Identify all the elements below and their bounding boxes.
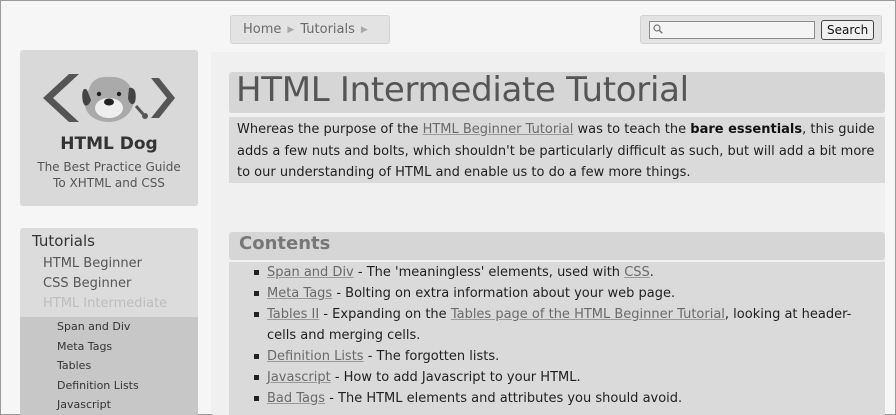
tagline-line: The Best Practice Guide xyxy=(37,160,181,174)
site-name: HTML Dog xyxy=(60,134,158,154)
list-item-text: - The 'meaningless' elements, used with xyxy=(353,265,625,280)
list-item: Meta Tags - Bolting on extra information… xyxy=(253,283,855,304)
list-item-text: - How to add Javascript to your HTML. xyxy=(330,370,581,385)
sidebar-item-html-intermediate[interactable]: HTML Intermediate xyxy=(20,294,198,314)
chevron-right-icon: ▶ xyxy=(287,24,295,35)
contents-link-span-and-div[interactable]: Span and Div xyxy=(267,265,354,280)
list-item: Tables II - Expanding on the Tables page… xyxy=(253,304,855,346)
intro-text: was to teach the xyxy=(573,122,691,137)
page-title: HTML Intermediate Tutorial xyxy=(236,70,689,110)
intro-text: Whereas the purpose of the xyxy=(237,122,423,137)
contents-link-tables-ii[interactable]: Tables II xyxy=(267,307,319,322)
link-html-beginner-tutorial[interactable]: HTML Beginner Tutorial xyxy=(423,122,574,137)
bullet-icon xyxy=(254,312,259,317)
bullet-icon xyxy=(254,354,259,359)
contents-link-bad-tags[interactable]: Bad Tags xyxy=(267,391,325,406)
bullet-icon xyxy=(254,396,259,401)
list-item: Bad Tags - The HTML elements and attribu… xyxy=(253,388,855,409)
subnav-item-javascript[interactable]: Javascript xyxy=(20,395,198,415)
list-item-text: - The forgotten lists. xyxy=(363,349,500,364)
contents-link-css[interactable]: CSS xyxy=(624,265,650,280)
search-bar: Search xyxy=(640,15,882,44)
intro-bold-text: bare essentials xyxy=(690,122,803,137)
bullet-icon xyxy=(254,270,259,275)
dog-logo-icon xyxy=(43,74,175,122)
contents-list: Span and Div - The 'meaningless' element… xyxy=(229,262,885,409)
list-item: Definition Lists - The forgotten lists. xyxy=(253,346,855,367)
list-item: Span and Div - The 'meaningless' element… xyxy=(253,262,855,283)
sidebar-subnav: Span and Div Meta Tags Tables Definition… xyxy=(20,317,198,415)
contents-link-meta-tags[interactable]: Meta Tags xyxy=(267,286,332,301)
breadcrumb-home[interactable]: Home xyxy=(243,22,281,37)
search-input[interactable] xyxy=(650,25,814,41)
search-field xyxy=(649,20,815,41)
contents-title: Contents xyxy=(239,233,331,254)
site-tagline: The Best Practice Guide To XHTML and CSS xyxy=(20,159,198,191)
search-button[interactable]: Search xyxy=(821,19,875,40)
bullet-icon xyxy=(254,291,259,296)
intro-paragraph: Whereas the purpose of the HTML Beginner… xyxy=(229,117,885,183)
list-item-text: - The HTML elements and attributes you s… xyxy=(325,391,683,406)
list-item-text: . xyxy=(649,265,654,280)
chevron-right-icon: ▶ xyxy=(360,24,368,35)
list-item: Javascript - How to add Javascript to yo… xyxy=(253,367,855,388)
tagline-line: To XHTML and CSS xyxy=(53,176,165,190)
contents-list-box: Span and Div - The 'meaningless' element… xyxy=(229,262,885,415)
breadcrumb-tutorials[interactable]: Tutorials xyxy=(300,22,355,37)
sidebar-title: Tutorials xyxy=(32,232,95,250)
subnav-item-meta-tags[interactable]: Meta Tags xyxy=(20,337,198,357)
contents-link-definition-lists[interactable]: Definition Lists xyxy=(267,349,364,364)
subnav-item-span-and-div[interactable]: Span and Div xyxy=(20,317,198,337)
bullet-icon xyxy=(254,375,259,380)
site-logo-box[interactable]: HTML Dog The Best Practice Guide To XHTM… xyxy=(20,50,198,206)
sidebar-item-css-beginner[interactable]: CSS Beginner xyxy=(20,274,198,294)
subnav-item-definition-lists[interactable]: Definition Lists xyxy=(20,376,198,396)
list-item-text: - Bolting on extra information about you… xyxy=(332,286,676,301)
contents-link-tables-page[interactable]: Tables page of the HTML Beginner Tutoria… xyxy=(451,307,725,322)
sidebar-item-html-beginner[interactable]: HTML Beginner xyxy=(20,254,198,274)
list-item-text: - Expanding on the xyxy=(319,307,451,322)
search-icon xyxy=(653,23,663,34)
sidebar-nav: Tutorials HTML Beginner CSS Beginner HTM… xyxy=(20,228,198,415)
subnav-item-tables[interactable]: Tables xyxy=(20,356,198,376)
breadcrumb: Home ▶ Tutorials ▶ xyxy=(230,15,390,44)
contents-link-javascript[interactable]: Javascript xyxy=(267,370,331,385)
